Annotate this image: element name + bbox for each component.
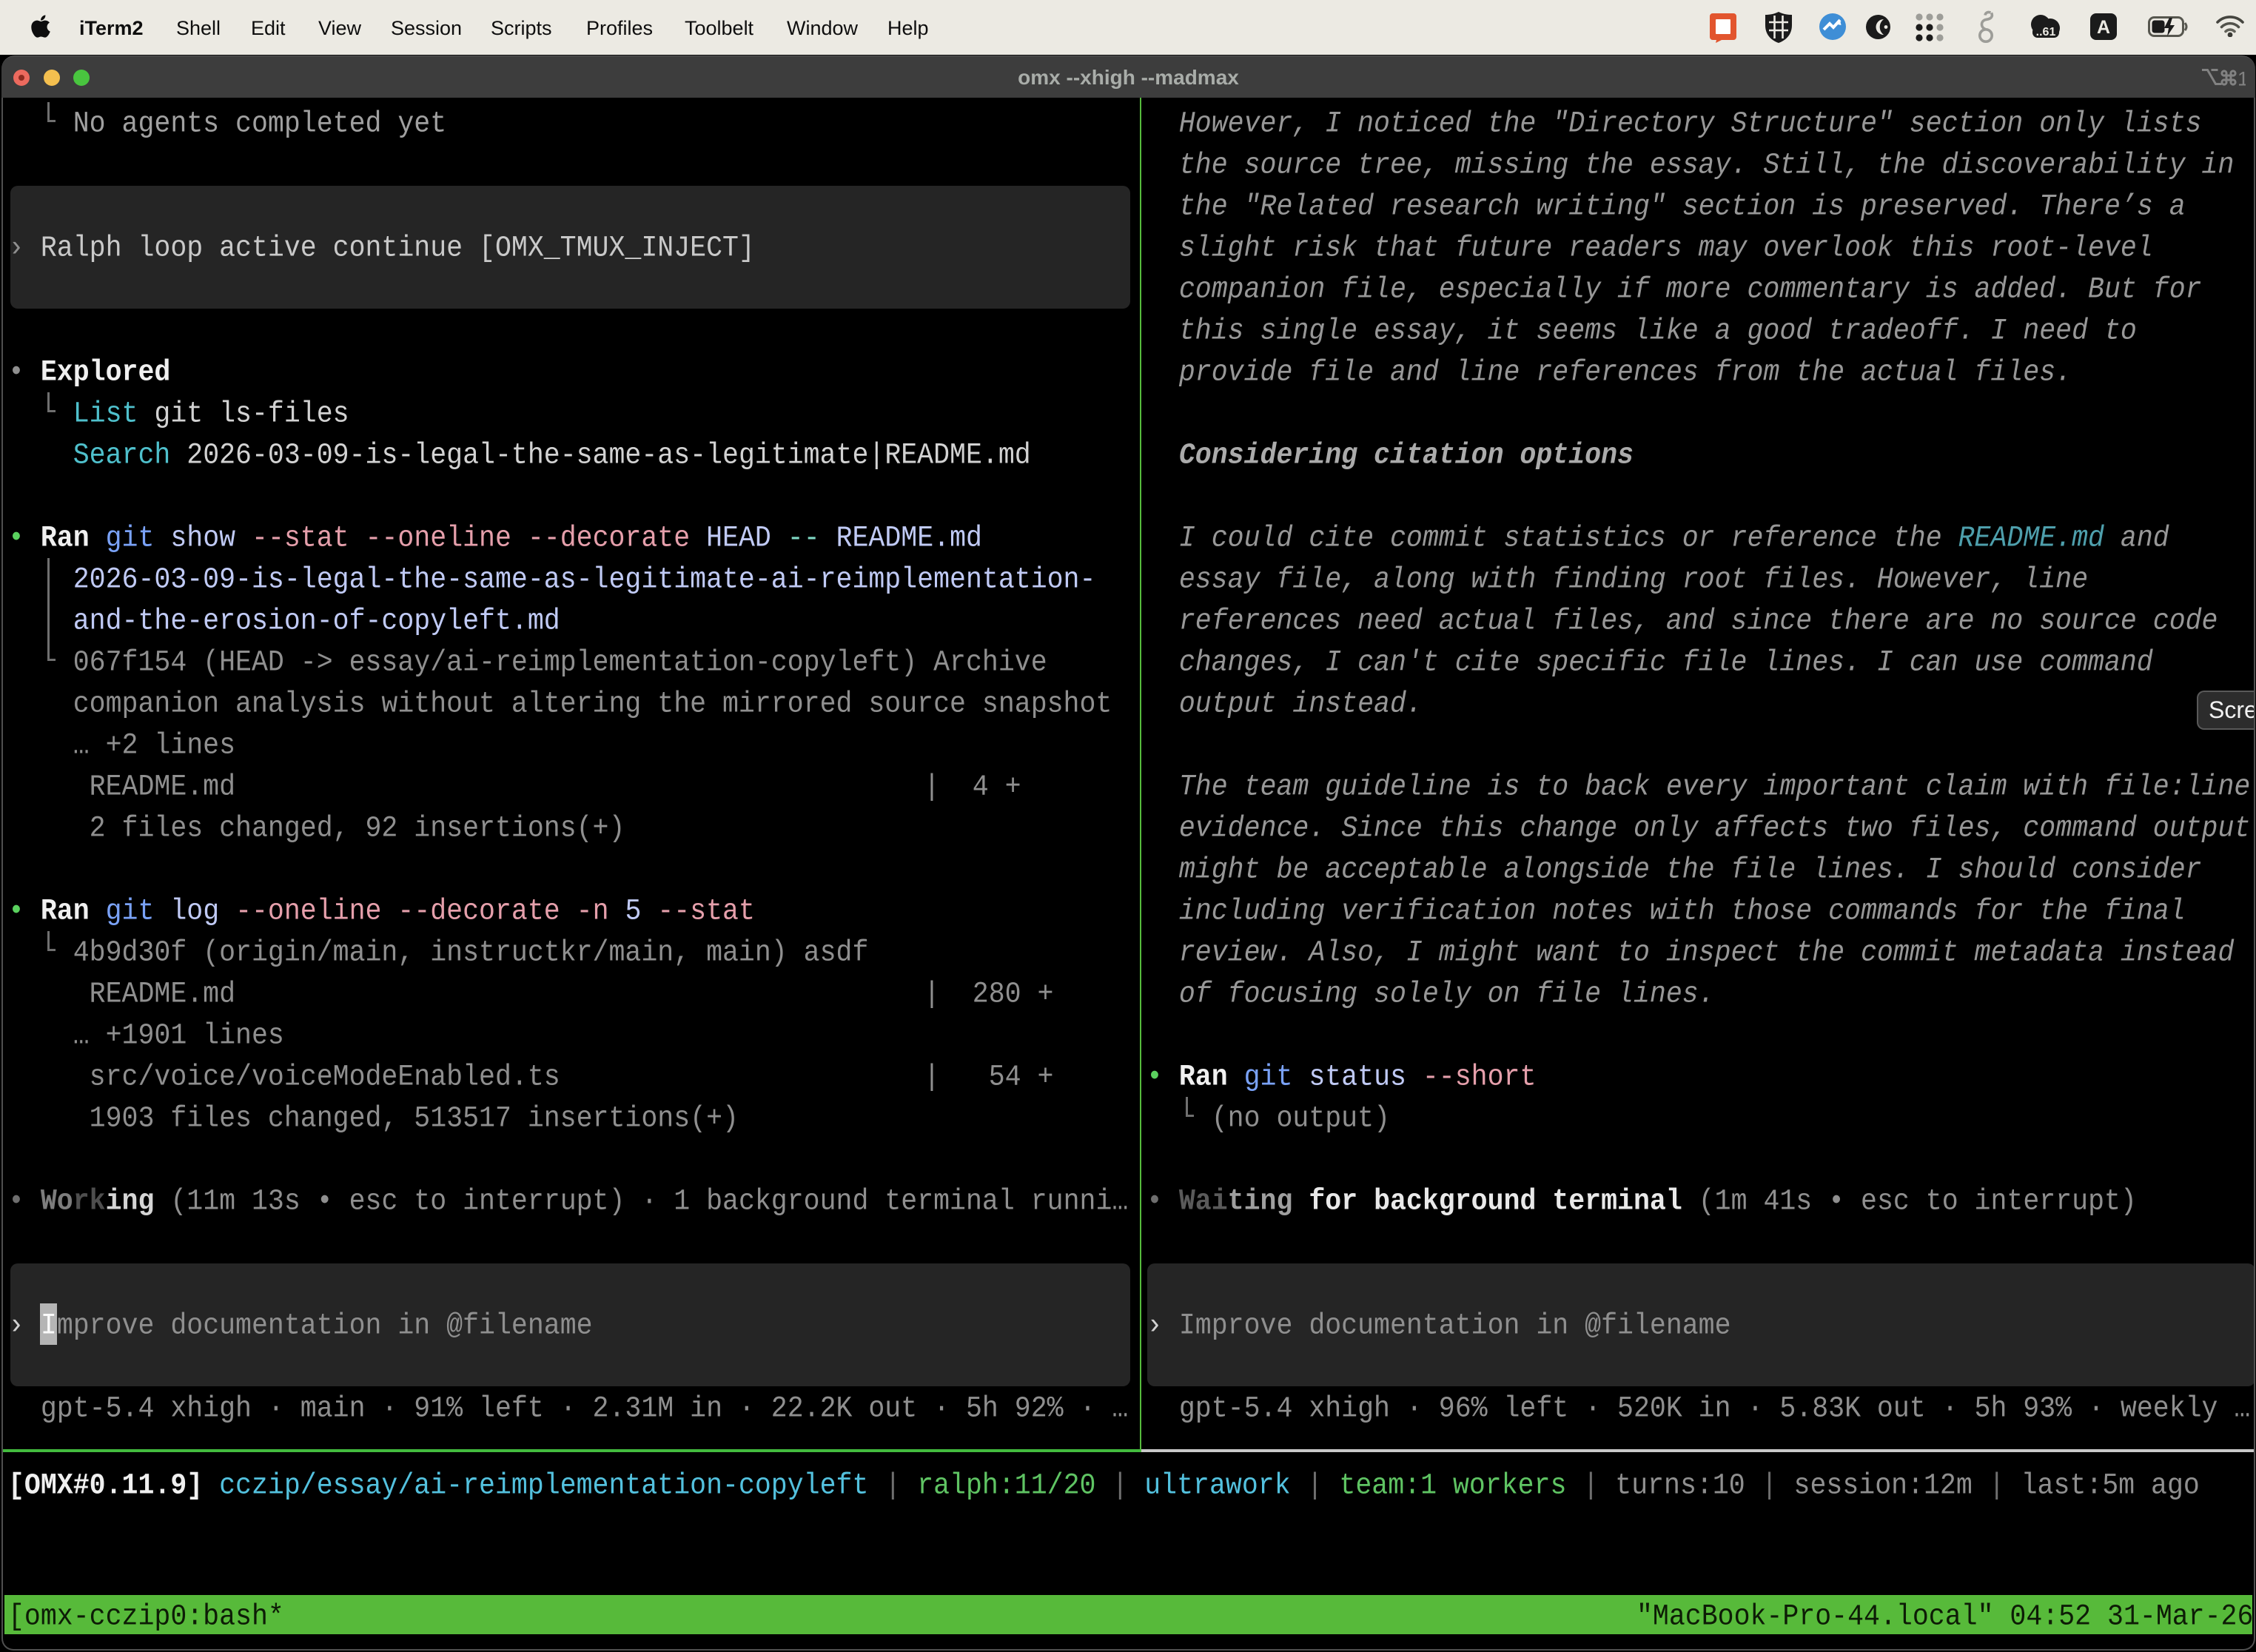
svg-text:A: A	[2097, 17, 2110, 38]
svg-text:..61: ..61	[2036, 26, 2056, 38]
svg-text:1: 1	[2237, 68, 2246, 90]
